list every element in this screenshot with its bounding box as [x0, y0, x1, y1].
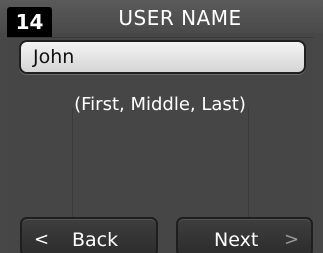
back-button-label: Back [72, 229, 119, 251]
next-button-label: Next [214, 229, 259, 251]
back-arrow-icon: < [34, 229, 50, 250]
next-button[interactable]: Next > [176, 217, 313, 253]
screen-title: USER NAME [118, 6, 242, 30]
setup-screen: 14 USER NAME John (First, Middle, Last) … [0, 0, 323, 253]
back-button[interactable]: < Back [20, 217, 158, 253]
step-number-badge: 14 [7, 7, 52, 37]
header-bar: 14 USER NAME [0, 0, 323, 37]
user-name-field[interactable]: John [19, 40, 306, 74]
name-format-hint: (First, Middle, Last) [74, 94, 246, 115]
next-arrow-icon: > [284, 229, 300, 250]
